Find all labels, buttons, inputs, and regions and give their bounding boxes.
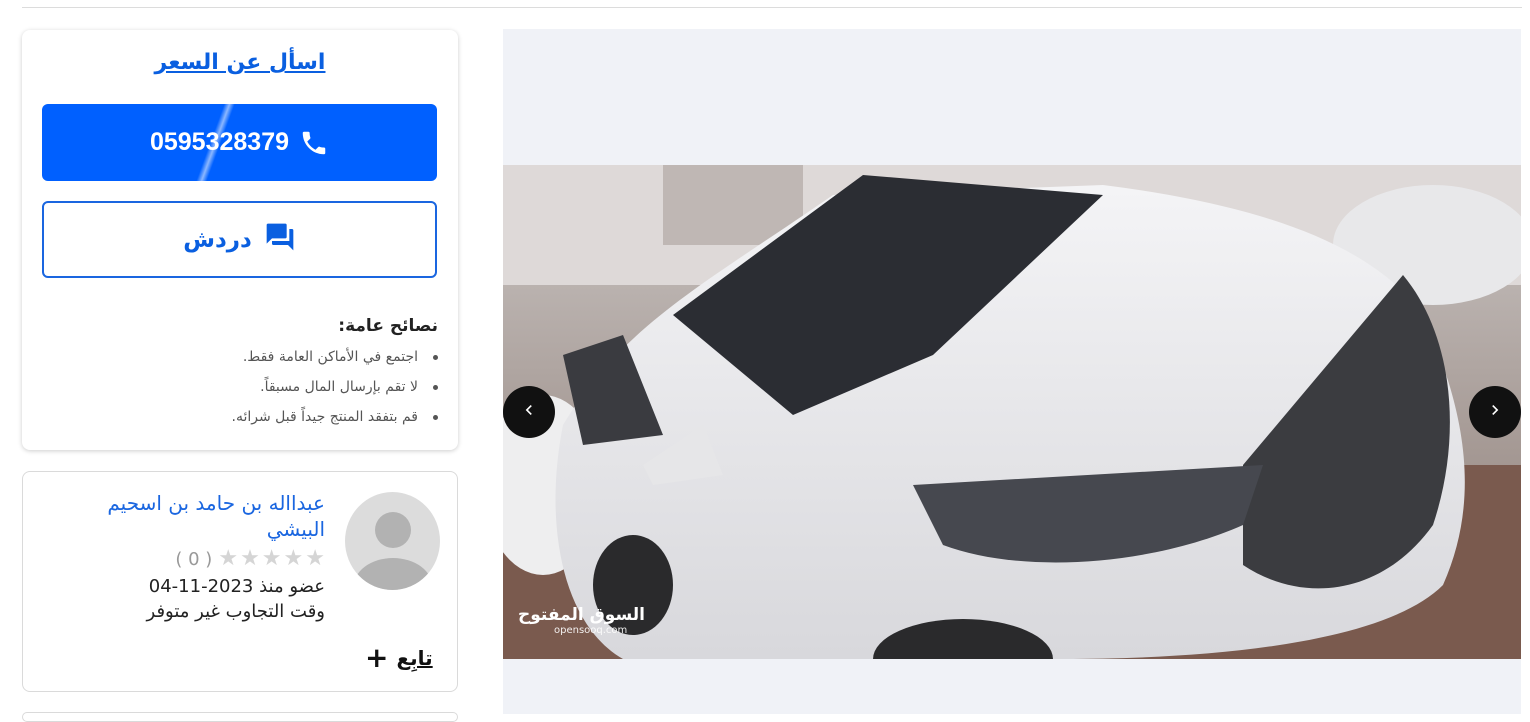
car-photo[interactable]: السوق المفتوح opensooq.com	[503, 165, 1521, 659]
follow-label: تابِع	[396, 646, 433, 670]
follow-button[interactable]: تابِع +	[365, 641, 433, 674]
avatar-body	[353, 558, 433, 590]
seller-rating: ★ ★ ★ ★ ★ ( 0 )	[65, 548, 325, 570]
rating-count: ( 0 )	[175, 548, 213, 570]
star-icon: ★	[261, 546, 282, 571]
chat-icon	[264, 221, 296, 259]
plus-icon: +	[365, 641, 389, 674]
avatar-head	[375, 512, 411, 548]
avatar[interactable]	[345, 492, 440, 590]
tip-item: قم بتفقد المنتج جيداً قبل شرائه.	[138, 402, 438, 432]
top-divider	[22, 7, 1522, 8]
rating-stars: ★ ★ ★ ★ ★	[218, 548, 325, 570]
phone-icon	[299, 128, 329, 158]
ask-price-link[interactable]: اسأل عن السعر	[22, 50, 458, 75]
tips-list: اجتمع في الأماكن العامة فقط. لا تقم بإرس…	[138, 342, 438, 432]
star-icon: ★	[305, 546, 325, 571]
watermark-arabic: السوق المفتوح	[518, 605, 645, 625]
chat-label: دردش	[183, 226, 252, 253]
image-gallery: السوق المفتوح opensooq.com	[503, 29, 1521, 714]
call-button[interactable]: 0595328379	[42, 104, 437, 181]
chevron-left-icon	[519, 400, 539, 424]
chevron-right-icon	[1485, 400, 1505, 424]
seller-card: عبدااله بن حامد بن اسحيم البيشي ★ ★ ★ ★ …	[22, 471, 458, 692]
watermark-english: opensooq.com	[554, 625, 628, 636]
tips-title: نصائح عامة:	[338, 316, 438, 336]
previous-image-button[interactable]	[503, 386, 555, 438]
star-icon: ★	[240, 546, 260, 571]
seller-info: عبدااله بن حامد بن اسحيم البيشي ★ ★ ★ ★ …	[65, 490, 325, 622]
chat-button[interactable]: دردش	[42, 201, 437, 278]
contact-card: اسأل عن السعر 0595328379 دردش نصائح عامة…	[22, 30, 458, 450]
watermark: السوق المفتوح opensooq.com	[518, 605, 645, 636]
star-icon: ★	[218, 546, 239, 571]
response-time: وقت التجاوب غير متوفر	[146, 601, 325, 622]
star-icon: ★	[283, 546, 304, 571]
member-since: عضو منذ 2023-11-04	[148, 576, 325, 597]
next-image-button[interactable]	[1469, 386, 1521, 438]
tip-item: اجتمع في الأماكن العامة فقط.	[138, 342, 438, 372]
tip-item: لا تقم بإرسال المال مسبقاً.	[138, 372, 438, 402]
safety-tips: نصائح عامة: اجتمع في الأماكن العامة فقط.…	[138, 316, 438, 432]
seller-name[interactable]: عبدااله بن حامد بن اسحيم البيشي	[65, 490, 325, 542]
